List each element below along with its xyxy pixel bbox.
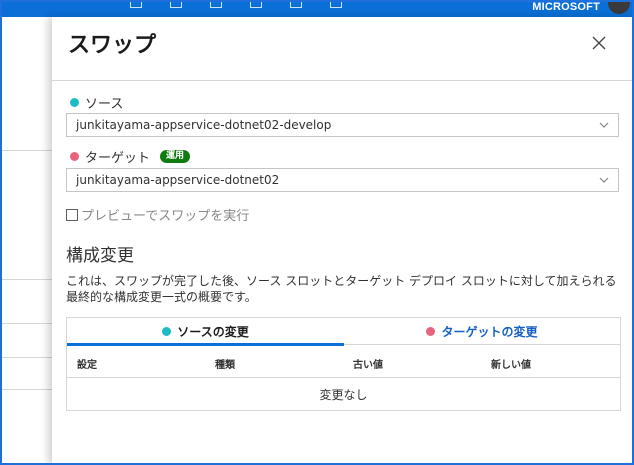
source-slot-value: junkitayama-appservice-dotnet02-develop xyxy=(76,118,332,132)
preview-swap-label[interactable]: プレビューでスワップを実行 xyxy=(81,205,249,224)
tab-target-changes[interactable]: ターゲットの変更 xyxy=(344,318,620,345)
source-dot-icon xyxy=(162,327,172,336)
config-changes-table: ソースの変更 ターゲットの変更 設定 種類 古い値 新しい値 変更なし xyxy=(66,317,621,411)
tab-label: ソースの変更 xyxy=(177,325,249,339)
source-slot-select[interactable]: junkitayama-appservice-dotnet02-develop xyxy=(66,113,619,137)
target-label: ターゲット xyxy=(85,151,151,166)
column-new-value[interactable]: 新しい値 xyxy=(491,356,531,371)
panel-title: スワップ xyxy=(68,33,157,58)
toolbar-icon[interactable] xyxy=(170,0,182,8)
chevron-down-icon xyxy=(599,177,609,183)
swap-panel: スワップ ソース junkitayama-appservice-dotnet02… xyxy=(52,17,634,465)
target-slot-value: junkitayama-appservice-dotnet02 xyxy=(76,173,280,187)
panel-header: スワップ xyxy=(52,17,634,81)
directory-name[interactable]: MICROSOFT xyxy=(532,0,600,15)
tab-label: ターゲットの変更 xyxy=(441,325,538,339)
background-blade xyxy=(0,17,52,465)
target-slot-select[interactable]: junkitayama-appservice-dotnet02 xyxy=(66,168,619,192)
close-icon xyxy=(592,36,606,50)
source-dot-icon xyxy=(70,98,79,107)
top-bar-icons xyxy=(130,0,342,14)
config-changes-description: これは、スワップが完了した後、ソース スロットとターゲット デプロイ スロットに… xyxy=(66,274,617,304)
config-changes-title: 構成変更 xyxy=(66,246,134,266)
target-dot-icon xyxy=(70,152,79,161)
toolbar-icon[interactable] xyxy=(290,0,302,8)
preview-swap-option[interactable]: プレビューでスワップを実行 xyxy=(66,205,249,224)
toolbar-icon[interactable] xyxy=(210,0,222,8)
toolbar-icon[interactable] xyxy=(330,0,342,8)
production-badge: 運用 xyxy=(160,150,191,163)
tab-source-changes[interactable]: ソースの変更 xyxy=(67,318,344,346)
avatar[interactable] xyxy=(608,0,630,14)
chevron-down-icon xyxy=(599,122,609,128)
changes-tabs: ソースの変更 ターゲットの変更 xyxy=(67,318,620,346)
column-setting[interactable]: 設定 xyxy=(77,356,97,371)
target-dot-icon xyxy=(426,327,436,336)
table-header: 設定 種類 古い値 新しい値 xyxy=(67,346,620,378)
toolbar-icon[interactable] xyxy=(130,0,142,8)
no-changes-message: 変更なし xyxy=(319,388,368,402)
preview-swap-checkbox[interactable] xyxy=(66,208,78,221)
target-label-row: ターゲット 運用 xyxy=(70,147,191,166)
column-type[interactable]: 種類 xyxy=(215,356,235,371)
source-label: ソース xyxy=(85,97,124,112)
toolbar-icon[interactable] xyxy=(250,0,262,8)
column-old-value[interactable]: 古い値 xyxy=(353,356,383,371)
top-bar: MICROSOFT xyxy=(0,0,634,17)
source-label-row: ソース xyxy=(70,93,123,112)
close-button[interactable] xyxy=(589,33,609,53)
